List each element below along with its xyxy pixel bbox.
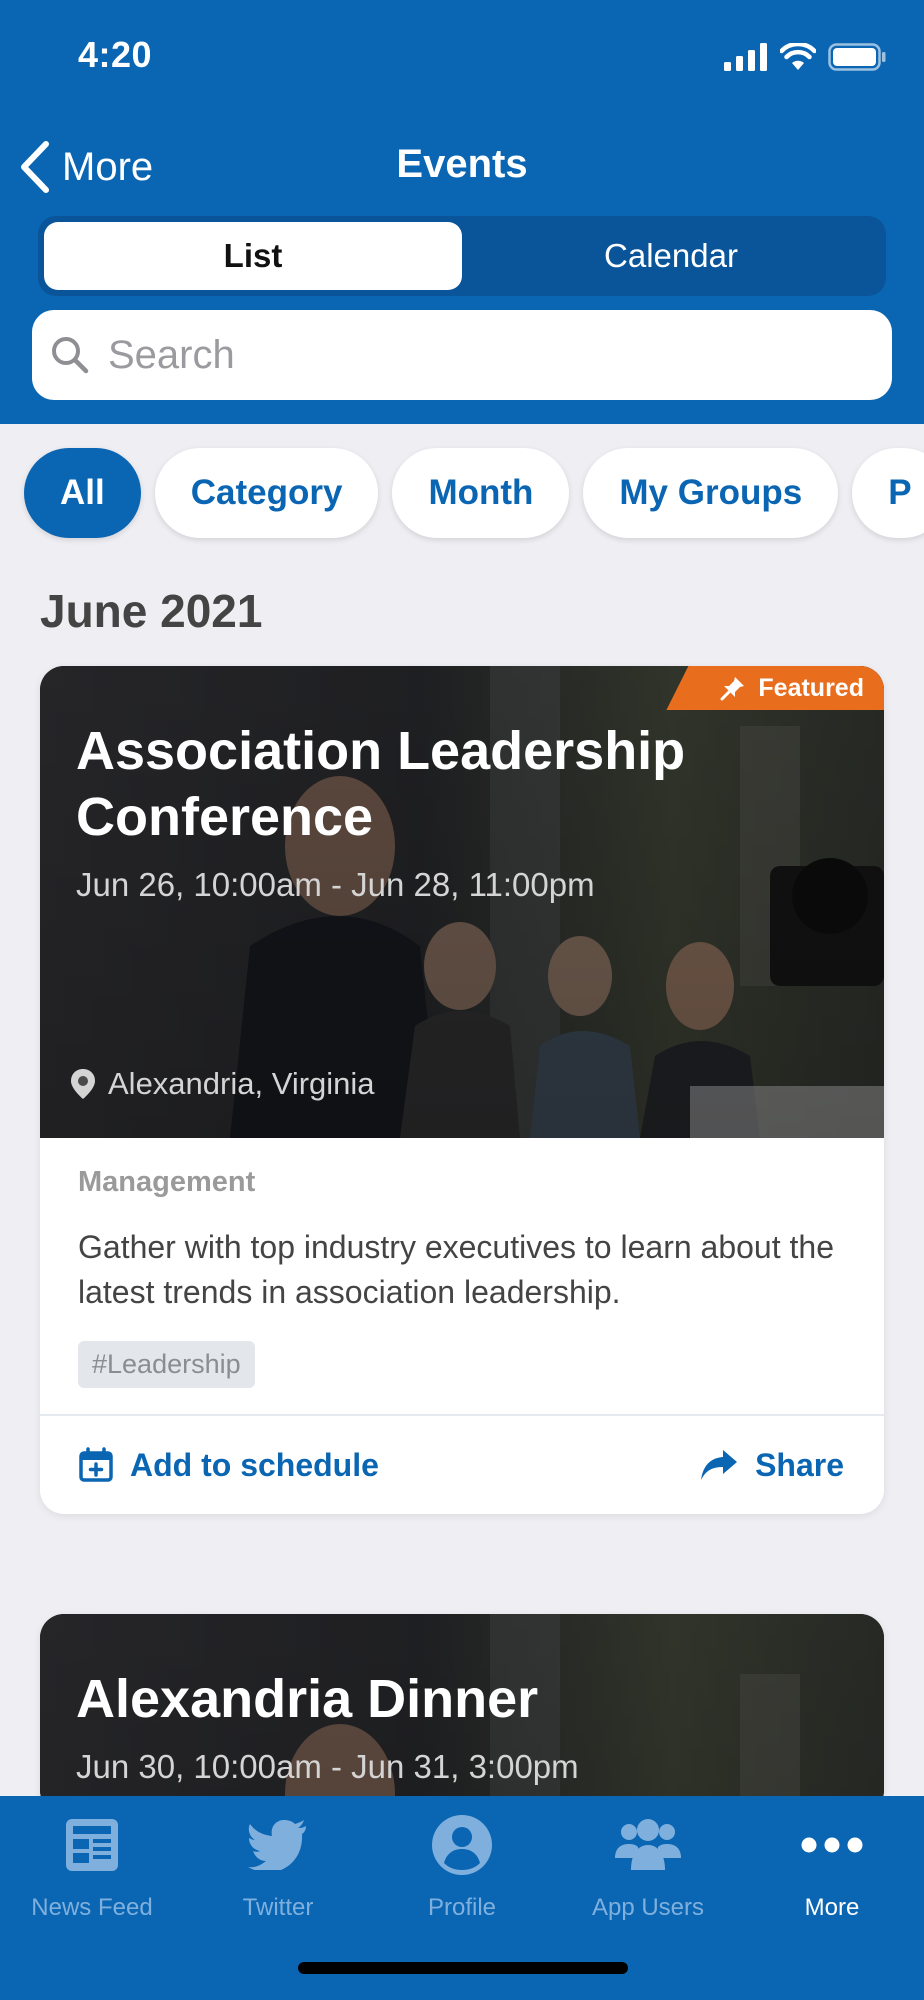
search-input[interactable] xyxy=(108,332,868,378)
event-location-label: Alexandria, Virginia xyxy=(108,1066,375,1101)
featured-badge: Featured xyxy=(666,666,884,710)
segment-list[interactable]: List xyxy=(44,222,462,290)
section-title: June 2021 xyxy=(40,585,263,637)
event-location: Alexandria, Virginia xyxy=(68,1066,375,1102)
profile-icon xyxy=(432,1815,492,1875)
view-segmented-control: List Calendar xyxy=(38,216,886,296)
news-feed-icon xyxy=(66,1819,118,1871)
share-button[interactable]: Share xyxy=(699,1447,844,1484)
navigation-bar: More Events xyxy=(0,130,924,200)
tab-label: Twitter xyxy=(242,1894,314,1921)
add-to-schedule-button[interactable]: Add to schedule xyxy=(78,1447,379,1484)
tab-label: Profile xyxy=(427,1894,497,1921)
status-bar: 4:20 xyxy=(0,0,924,110)
battery-icon xyxy=(828,43,886,71)
search-bar xyxy=(32,310,892,400)
calendar-add-icon xyxy=(79,1447,113,1482)
event-actions: Add to schedule Share xyxy=(40,1414,884,1514)
featured-label: Featured xyxy=(758,673,864,702)
more-icon xyxy=(801,1837,863,1853)
tab-label: More xyxy=(804,1894,860,1921)
event-title: Association Leadership Conference xyxy=(76,721,686,847)
event-category: Management xyxy=(78,1166,256,1198)
event-hero: Featured Association Leadership Conferen… xyxy=(40,666,884,1138)
event-date: Jun 30, 10:00am - Jun 31, 3:00pm xyxy=(76,1748,579,1785)
tab-profile[interactable]: Profile xyxy=(370,1810,554,1922)
filter-chips: All Category Month My Groups P xyxy=(24,448,924,538)
tab-more[interactable]: More xyxy=(740,1810,924,1922)
event-hero: Alexandria Dinner Jun 30, 10:00am - Jun … xyxy=(40,1614,884,1814)
event-card[interactable]: Featured Association Leadership Conferen… xyxy=(40,666,884,1514)
event-description: Gather with top industry executives to l… xyxy=(78,1229,834,1310)
event-body: Management Gather with top industry exec… xyxy=(40,1138,884,1414)
search-icon xyxy=(52,337,89,374)
status-time: 4:20 xyxy=(78,34,153,75)
wifi-icon xyxy=(780,43,816,70)
filter-category[interactable]: Category xyxy=(154,448,379,538)
segment-calendar[interactable]: Calendar xyxy=(462,222,880,290)
header: 4:20 More Events List Calendar Search xyxy=(0,0,924,424)
event-card[interactable]: Alexandria Dinner Jun 30, 10:00am - Jun … xyxy=(40,1614,884,1814)
app-users-icon xyxy=(615,1819,681,1870)
twitter-icon xyxy=(248,1820,306,1870)
event-title: Alexandria Dinner xyxy=(76,1669,539,1729)
event-tag[interactable]: #Leadership xyxy=(78,1341,255,1388)
home-indicator xyxy=(298,1962,628,1974)
tab-news-feed[interactable]: News Feed xyxy=(0,1810,184,1922)
tab-app-users[interactable]: App Users xyxy=(556,1810,740,1922)
filter-month[interactable]: Month xyxy=(392,448,570,538)
page-title: Events xyxy=(396,142,528,186)
event-date: Jun 26, 10:00am - Jun 28, 11:00pm xyxy=(76,866,595,903)
add-to-schedule-label: Add to schedule xyxy=(130,1446,379,1483)
tab-label: News Feed xyxy=(31,1894,153,1921)
status-icons xyxy=(724,42,886,72)
location-pin-icon xyxy=(71,1069,95,1099)
filter-partial[interactable]: P xyxy=(852,448,924,538)
share-icon xyxy=(701,1450,738,1480)
tab-label: App Users xyxy=(591,1894,705,1921)
pin-icon xyxy=(720,677,745,701)
filter-all[interactable]: All xyxy=(24,448,141,538)
tab-twitter[interactable]: Twitter xyxy=(186,1810,370,1922)
filter-my-groups[interactable]: My Groups xyxy=(583,448,839,538)
share-label: Share xyxy=(755,1446,844,1483)
cellular-signal-icon xyxy=(724,43,767,71)
